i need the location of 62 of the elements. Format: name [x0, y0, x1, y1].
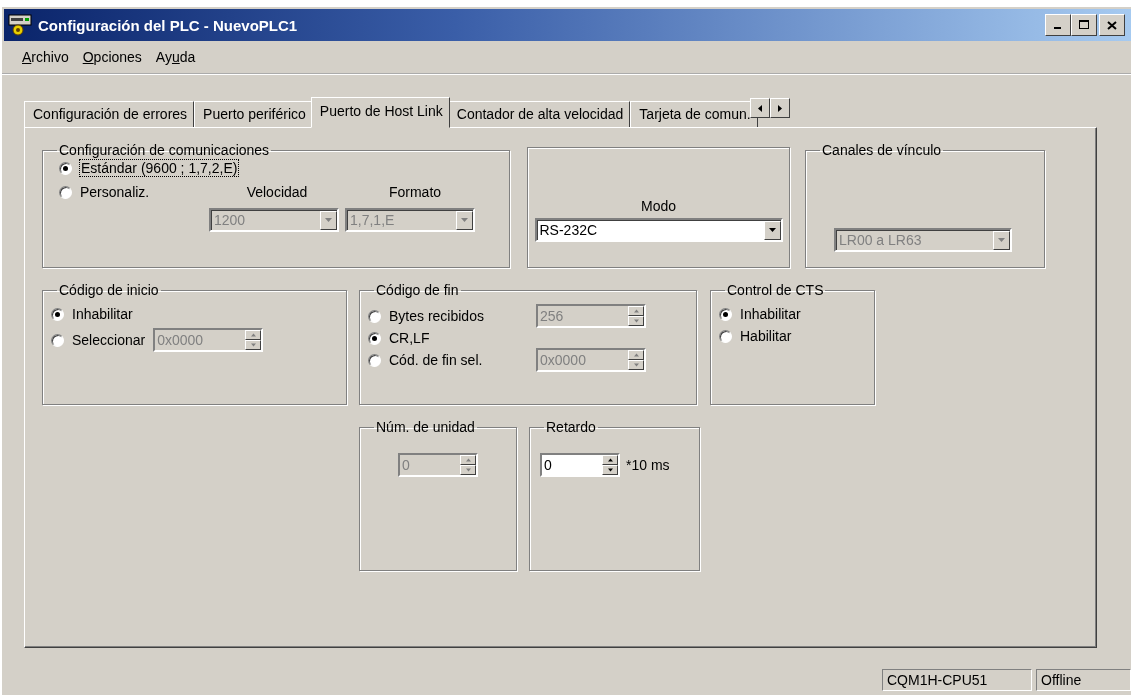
menu-item[interactable]: Archivo [22, 49, 69, 65]
tab[interactable]: Configuración de errores [24, 101, 195, 127]
radio-option[interactable]: Habilitar [719, 328, 866, 344]
radio-option[interactable]: Seleccionar [51, 332, 146, 348]
radio-option[interactable]: Personaliz. [59, 184, 209, 200]
down-arrow-icon [768, 228, 776, 232]
field-label: Formato [388, 184, 442, 200]
group-title: Núm. de unidad [375, 419, 476, 435]
group-title: Configuración de comunicaciones [58, 142, 271, 158]
down-arrow-icon [633, 363, 639, 367]
status-cell: CQM1H-CPU51 [882, 669, 1032, 691]
tab[interactable]: Puerto periférico [194, 101, 313, 127]
down-arrow-icon [461, 218, 468, 222]
tab[interactable]: Contador de alta velocidad [447, 101, 631, 127]
unit-label: *10 ms [626, 457, 670, 473]
group-title: Control de CTS [726, 282, 825, 298]
group-title: Retardo [545, 419, 597, 435]
scroll-right-button[interactable] [769, 98, 790, 118]
down-arrow-icon [633, 319, 639, 323]
up-arrow-icon [465, 458, 471, 462]
radio-button[interactable] [59, 185, 72, 199]
up-arrow-icon [633, 353, 639, 357]
down-arrow-icon [325, 218, 332, 222]
group-title: Código de fin [375, 282, 460, 298]
status-cell: Offline [1036, 669, 1131, 691]
field-label: Velocidad [246, 184, 308, 200]
spin-box[interactable]: 0 [540, 453, 620, 477]
group-title: Código de inicio [58, 282, 160, 298]
radio-option[interactable]: CR,LF [368, 330, 536, 346]
menu-item[interactable]: Ayuda [155, 49, 196, 65]
left-arrow-icon [757, 104, 762, 112]
up-arrow-icon [633, 309, 639, 313]
maximize-button[interactable] [1071, 14, 1097, 36]
menu-item[interactable]: Opciones [82, 49, 142, 65]
down-arrow-icon [465, 468, 471, 472]
group-title: Canales de vínculo [821, 142, 943, 158]
close-icon [1107, 20, 1117, 30]
plc-app-icon [8, 13, 34, 37]
window-title: Configuración del PLC - NuevoPLC1 [38, 16, 299, 34]
up-arrow-icon [607, 458, 613, 462]
radio-option[interactable]: Estándar (9600 ; 1,7,2,E) [59, 160, 485, 176]
down-arrow-icon [607, 468, 613, 472]
radio-option[interactable]: Bytes recibidos [368, 308, 536, 324]
radio-button[interactable] [719, 329, 732, 343]
down-arrow-icon [998, 238, 1005, 242]
dropdown[interactable]: RS-232C [534, 218, 783, 242]
close-button[interactable] [1099, 14, 1125, 36]
radio-option[interactable]: Inhabilitar [719, 306, 866, 322]
radio-option[interactable]: Cód. de fin sel. [368, 352, 536, 368]
right-arrow-icon [777, 104, 782, 112]
tab[interactable]: Tarjeta de comun. [630, 101, 758, 127]
tab[interactable]: Puerto de Host Link [310, 97, 450, 128]
scroll-left-button[interactable] [749, 98, 770, 118]
radio-button[interactable] [368, 353, 381, 367]
radio-button[interactable] [719, 307, 732, 321]
field-label: Modo [641, 198, 676, 214]
radio-button[interactable] [368, 309, 381, 323]
maximize-icon [1078, 20, 1090, 30]
up-arrow-icon [250, 333, 256, 337]
minimize-button[interactable] [1045, 14, 1071, 36]
down-arrow-icon [250, 343, 256, 347]
radio-option[interactable]: Inhabilitar [51, 306, 338, 322]
